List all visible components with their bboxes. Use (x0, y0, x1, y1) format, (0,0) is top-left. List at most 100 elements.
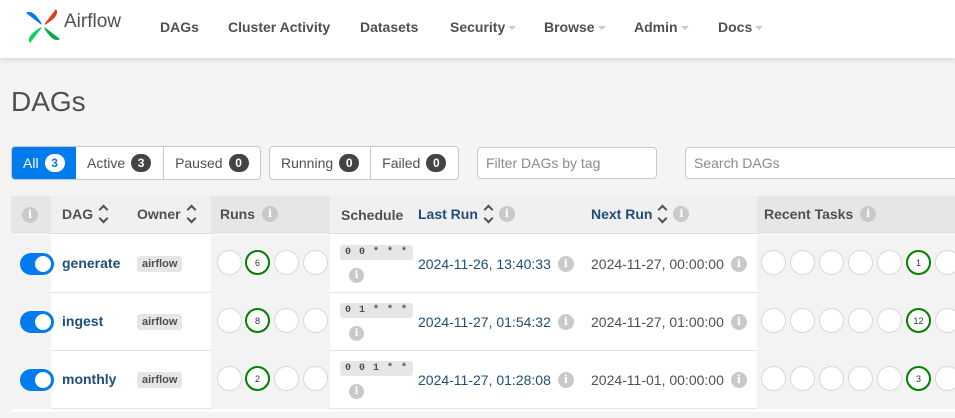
nav-admin[interactable]: Admin (634, 19, 689, 35)
next-run: 2024-11-27, 01:00:00 i (591, 314, 747, 330)
run-status-circle[interactable] (303, 250, 328, 275)
run-status-circle[interactable] (274, 308, 299, 333)
task-status-circle[interactable] (848, 366, 873, 391)
run-status-circle[interactable]: 8 (245, 308, 270, 333)
header-next-run[interactable]: Next Run i (591, 204, 690, 224)
header-info[interactable]: i (22, 207, 38, 223)
search-input[interactable] (685, 147, 955, 179)
last-run-link[interactable]: 2024-11-26, 13:40:33 i (418, 256, 574, 272)
header-dag[interactable]: DAG (62, 204, 109, 224)
info-icon[interactable]: i (349, 268, 364, 283)
run-status-circle[interactable]: 6 (245, 250, 270, 275)
info-icon[interactable]: i (557, 256, 574, 272)
filter-running-button[interactable]: Running 0 (270, 147, 372, 179)
run-status-circle[interactable] (217, 366, 242, 391)
nav-dags[interactable]: DAGs (160, 19, 199, 35)
filter-failed-button[interactable]: Failed 0 (371, 147, 458, 179)
header-owner[interactable]: Owner (137, 204, 197, 224)
info-icon[interactable]: i (673, 206, 690, 222)
brand[interactable]: Airflow (24, 7, 121, 45)
info-icon[interactable]: i (349, 384, 364, 399)
filter-all-count: 3 (44, 154, 65, 172)
dag-link[interactable]: generate (62, 255, 120, 271)
owner-badge[interactable]: airflow (137, 372, 183, 388)
pause-toggle[interactable] (20, 311, 54, 333)
run-status-circle[interactable]: 2 (245, 366, 270, 391)
nav-datasets[interactable]: Datasets (360, 19, 418, 35)
header-schedule-label: Schedule (341, 207, 404, 223)
sort-icon (658, 204, 668, 224)
schedule-badge[interactable]: 0 1 * * * (340, 303, 414, 318)
info-icon[interactable]: i (730, 314, 747, 330)
sort-icon (483, 204, 494, 224)
header-schedule: Schedule (341, 207, 403, 223)
info-icon[interactable]: i (498, 206, 515, 222)
run-status-circle[interactable] (217, 308, 242, 333)
pause-toggle[interactable] (20, 253, 54, 275)
owner-badge[interactable]: airflow (137, 256, 183, 272)
task-status-circle[interactable] (790, 250, 815, 275)
nav-cluster-activity-label: Cluster Activity (228, 19, 331, 35)
info-icon[interactable]: i (860, 206, 877, 222)
dag-link[interactable]: ingest (62, 313, 103, 329)
owner-badge[interactable]: airflow (137, 314, 183, 330)
run-status-circle[interactable] (303, 366, 328, 391)
nav-security[interactable]: Security (450, 19, 517, 35)
info-icon[interactable]: i (349, 326, 364, 341)
run-status-circle[interactable] (303, 308, 328, 333)
task-status-circle[interactable]: 3 (906, 366, 931, 391)
schedule-badge[interactable]: 0 0 1 * * (340, 361, 414, 376)
task-status-circle[interactable]: 12 (906, 308, 931, 333)
info-icon[interactable]: i (557, 314, 574, 330)
last-run-value: 2024-11-27, 01:28:08 (418, 372, 551, 388)
last-run-link[interactable]: 2024-11-27, 01:54:32 i (418, 314, 574, 330)
tag-filter-input[interactable] (477, 147, 657, 179)
task-status-circle[interactable] (848, 308, 873, 333)
info-icon[interactable]: i (262, 206, 278, 222)
task-status-circle[interactable] (877, 308, 902, 333)
header-dag-label: DAG (62, 206, 94, 222)
task-status-circle[interactable] (877, 366, 902, 391)
schedule-badge[interactable]: 0 0 * * * (340, 245, 414, 260)
dags-table: i DAG Owner Runs i Schedule Last Run i Nex… (11, 196, 955, 412)
filter-active-button[interactable]: Active 3 (76, 147, 165, 179)
task-status-circle[interactable] (935, 250, 955, 275)
task-status-circle[interactable] (790, 308, 815, 333)
info-icon[interactable]: i (730, 372, 747, 388)
run-status-circle[interactable] (217, 250, 242, 275)
task-status-circle[interactable] (935, 366, 955, 391)
filter-running-count: 0 (339, 154, 360, 172)
task-status-circle[interactable] (761, 366, 786, 391)
task-status-circle[interactable] (877, 250, 902, 275)
task-status-circle[interactable] (819, 308, 844, 333)
nav-admin-label: Admin (634, 19, 678, 35)
info-icon: i (22, 207, 38, 223)
pause-toggle[interactable] (20, 369, 54, 391)
task-status-circle[interactable] (761, 308, 786, 333)
filter-paused-button[interactable]: Paused 0 (164, 147, 260, 179)
table-row: generate airflow 6 0 0 * * * i 2024-11-26, 13… (11, 235, 955, 293)
run-status-circle[interactable] (274, 366, 299, 391)
task-status-circle[interactable] (819, 366, 844, 391)
run-status-circle[interactable] (274, 250, 299, 275)
task-status-circle[interactable] (848, 250, 873, 275)
task-status-circle[interactable] (790, 366, 815, 391)
info-icon[interactable]: i (557, 372, 574, 388)
sort-icon (186, 204, 197, 224)
task-status-circle[interactable] (819, 250, 844, 275)
airflow-pinwheel-icon (26, 9, 60, 43)
filter-paused-count: 0 (228, 154, 249, 172)
last-run-link[interactable]: 2024-11-27, 01:28:08 i (418, 372, 574, 388)
task-status-circle[interactable] (935, 308, 955, 333)
next-run-value: 2024-11-27, 01:00:00 (591, 314, 724, 330)
task-status-circle[interactable] (761, 250, 786, 275)
header-last-run[interactable]: Last Run i (418, 204, 515, 224)
nav-docs[interactable]: Docs (718, 19, 764, 35)
nav-cluster-activity[interactable]: Cluster Activity (228, 19, 330, 35)
info-icon[interactable]: i (730, 256, 747, 272)
dag-link[interactable]: monthly (62, 371, 116, 387)
filter-all-button[interactable]: All 3 (12, 147, 76, 179)
task-status-circle[interactable]: 1 (906, 250, 931, 275)
nav-browse[interactable]: Browse (544, 19, 606, 35)
filter-failed-count: 0 (426, 154, 447, 172)
